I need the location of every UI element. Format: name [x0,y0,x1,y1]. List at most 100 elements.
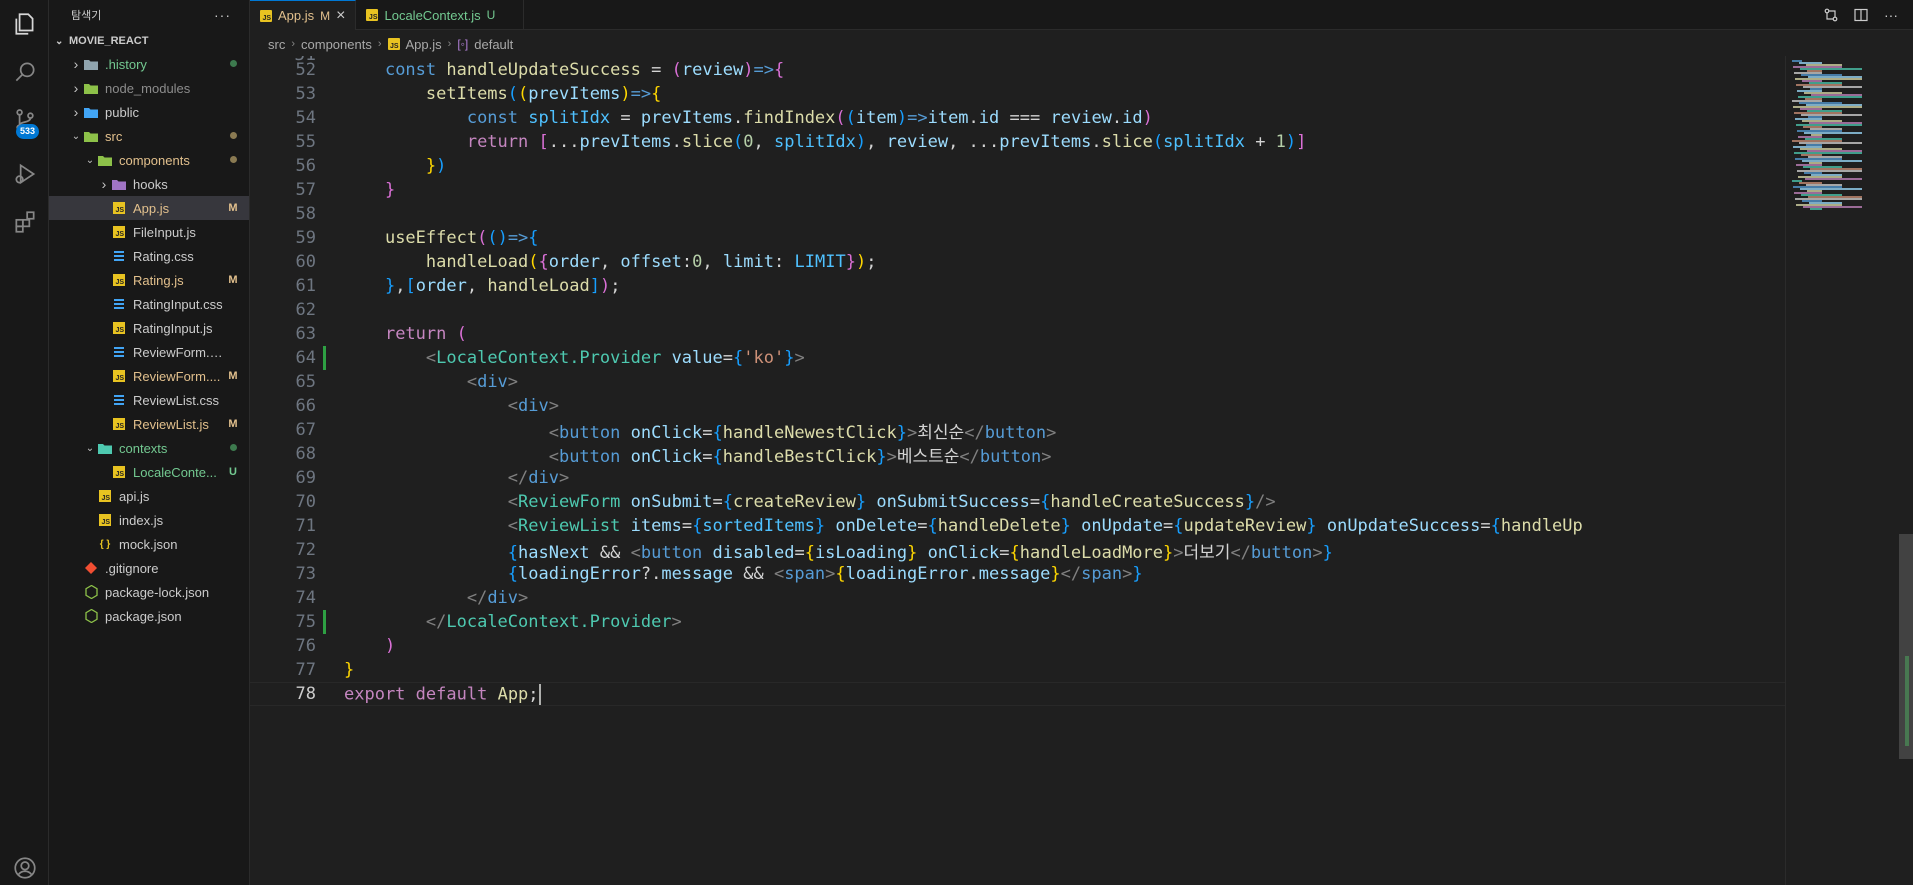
tree-item[interactable]: JS index.js [49,508,249,532]
code-line: 66 <div> [250,394,1785,418]
code-text: <ReviewList items={sortedItems} onDelete… [507,516,1583,536]
folder-icon [83,57,99,71]
compare-changes-icon[interactable] [1823,7,1839,23]
code-text: return [...prevItems.slice(0, splitIdx),… [466,132,1307,152]
code-line: 70 <ReviewForm onSubmit={createReview} o… [250,490,1785,514]
code-line: 74 </div> [250,586,1785,610]
css-file-icon [111,297,127,311]
line-number: 75 [295,612,316,632]
more-actions-icon[interactable]: ··· [214,7,231,23]
tree-item[interactable]: { } mock.json [49,532,249,556]
tree-item[interactable]: ReviewList.css [49,388,249,412]
json-file-icon: { } [99,538,111,550]
run-debug-icon[interactable] [0,150,49,198]
tree-item[interactable]: .gitignore [49,556,249,580]
breadcrumb-item[interactable]: src [268,37,285,52]
tree-item[interactable]: JS ReviewForm.... M [49,364,249,388]
tree-item[interactable]: › node_modules [49,76,249,100]
line-number: 73 [295,564,316,584]
js-file-icon: JS [97,513,113,527]
nodejs-file-icon [83,609,99,623]
breadcrumb-item[interactable]: components [301,37,372,52]
chevron-right-icon: › [291,38,296,50]
tree-item[interactable]: ⌄ components [49,148,249,172]
scm-count-badge: 533 [16,124,40,139]
code-line: 52 const handleUpdateSuccess = (review)=… [250,58,1785,82]
extensions-icon[interactable] [0,198,49,246]
tree-item[interactable]: ReviewForm.css [49,340,249,364]
code-text: </div> [466,588,529,608]
breadcrumb: src › components › JS App.js › [◦] defau… [250,33,513,55]
tree-item[interactable]: package-lock.json [49,580,249,604]
tab-localecontext-js[interactable]: JS LocaleContext.js U [356,0,525,30]
tree-item[interactable]: JS RatingInput.js [49,316,249,340]
code-line: 64 <LocaleContext.Provider value={'ko'}> [250,346,1785,370]
tree-item-label: .gitignore [105,560,159,576]
js-file-icon: JS [97,489,113,503]
code-line: 62 [250,298,1785,322]
tree-item[interactable]: › hooks [49,172,249,196]
tree-item-label: package.json [105,608,182,624]
code-text: }) [425,156,447,176]
code-line: 71 <ReviewList items={sortedItems} onDel… [250,514,1785,538]
scrollbar-thumb[interactable] [1899,534,1913,759]
more-actions-icon[interactable]: ··· [1883,7,1899,23]
search-icon[interactable] [0,48,49,96]
tree-item[interactable]: JS api.js [49,484,249,508]
tab-app-js[interactable]: JS App.js M × [250,0,357,30]
split-editor-icon[interactable] [1853,7,1869,23]
project-root[interactable]: ⌄ MOVIE_REACT [49,30,249,52]
explorer-icon[interactable] [0,0,49,48]
js-file-icon: JS [111,225,127,239]
tab-status: U [486,8,496,22]
folder-hooks-icon [111,177,127,191]
tree-item-label: mock.json [119,536,178,552]
tree-item[interactable]: package.json [49,604,249,628]
css-file-icon [111,393,127,407]
tree-item-label: LocaleConte... [133,464,217,480]
line-number: 69 [295,468,316,488]
folder-contexts-icon [97,441,113,455]
code-line: 54 const splitIdx = prevItems.findIndex(… [250,106,1785,130]
js-file-icon: JS [111,369,127,383]
folder-components-icon [97,153,113,167]
code-text: handleLoad({order, offset:0, limit: LIMI… [425,252,877,272]
code-line: 60 handleLoad({order, offset:0, limit: L… [250,250,1785,274]
breadcrumb-item[interactable]: App.js [406,37,442,52]
line-number: 57 [295,180,316,200]
tree-item-label: App.js [133,200,170,216]
line-number: 54 [295,108,316,128]
line-number: 64 [295,348,316,368]
tree-item[interactable]: JS App.js M [49,196,249,220]
text-cursor [538,683,541,705]
tree-item[interactable]: › .history [49,52,249,76]
minimap[interactable] [1785,56,1913,885]
breadcrumb-item[interactable]: default [474,37,513,52]
tree-item[interactable]: JS ReviewList.js M [49,412,249,436]
line-number: 59 [295,228,316,248]
tree-item[interactable]: RatingInput.css [49,292,249,316]
tree-item[interactable]: ⌄ src [49,124,249,148]
tree-item[interactable]: ⌄ contexts [49,436,249,460]
minimap-line [1810,208,1822,210]
tree-item[interactable]: › public [49,100,249,124]
css-file-icon [111,249,127,263]
code-line: 61 },[order, handleLoad]); [250,274,1785,298]
code-text: <button onClick={handleNewestClick}>최신순<… [548,422,1057,443]
account-icon[interactable] [0,848,49,885]
tree-item[interactable]: JS Rating.js M [49,268,249,292]
code-line: 72 {hasNext && <button disabled={isLoadi… [250,538,1785,563]
close-icon[interactable]: × [336,7,345,25]
js-file-icon: JS [111,417,127,431]
tree-item[interactable]: JS LocaleConte... U [49,460,249,484]
code-line: 65 <div> [250,370,1785,394]
tree-item-label: RatingInput.js [133,320,213,336]
tree-item[interactable]: Rating.css [49,244,249,268]
code-editor[interactable]: 51 52 const handleUpdateSuccess = (revie… [250,56,1785,885]
tree-item[interactable]: JS FileInput.js [49,220,249,244]
tree-item-label: ReviewForm.css [133,344,223,360]
line-number: 74 [295,588,316,608]
js-file-icon: JS [387,38,400,50]
editor-actions: ··· [1823,0,1913,30]
status-dot [223,154,243,166]
